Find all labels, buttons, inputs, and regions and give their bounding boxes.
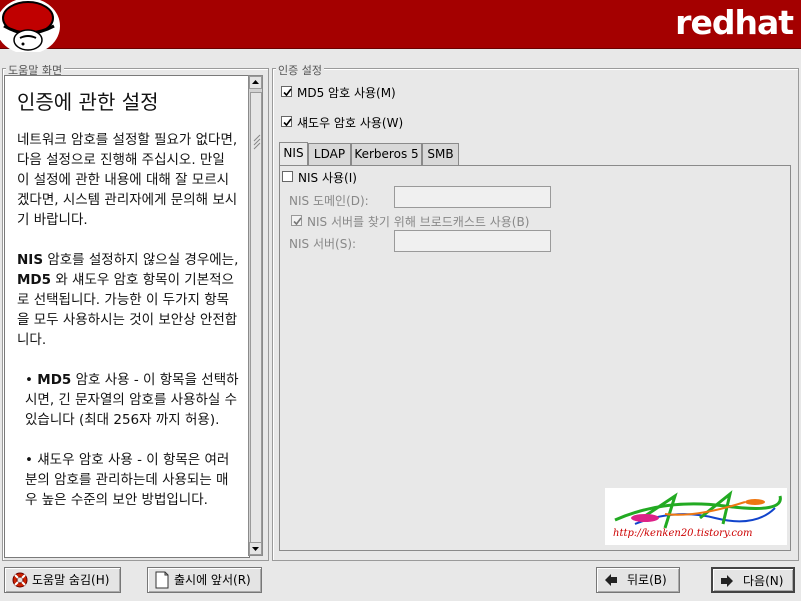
- help-bullet-shadow: • 섀도우 암호 사용 - 이 항목은 여러분의 암호를 관리하는데 사용되는 …: [25, 452, 230, 508]
- nis-server-input[interactable]: [394, 230, 551, 252]
- arrow-down-icon: [252, 547, 259, 551]
- help-text-pane[interactable]: 인증에 관한 설정 네트워크 암호를 설정할 필요가 없다면, 다음 설정으로 …: [4, 75, 250, 558]
- arrow-up-icon: [252, 80, 259, 84]
- next-button[interactable]: 다음(N): [711, 567, 795, 593]
- checkmark-icon: [283, 88, 292, 97]
- tab-nis[interactable]: NIS: [279, 142, 308, 166]
- help-paragraph-nis: NIS 암호를 설정하지 않으실 경우에는, MD5 와 섀도우 암호 항목이 …: [17, 252, 239, 348]
- help-scrollbar[interactable]: [248, 75, 263, 556]
- hide-help-button[interactable]: 도움말 숨김(H): [4, 567, 121, 593]
- auth-frame-title: 인증 설정: [276, 62, 324, 78]
- shadowman-logo: [0, 0, 62, 52]
- watermark-image: http://kenken20.tistory.com: [605, 488, 787, 545]
- help-title: 인증에 관한 설정: [17, 90, 159, 114]
- release-notes-button[interactable]: 출시에 앞서(R): [147, 567, 262, 593]
- checkmark-icon: [283, 118, 292, 127]
- scroll-up-button[interactable]: [249, 76, 262, 89]
- lifebuoy-icon: [12, 572, 28, 588]
- nis-broadcast-checkbox[interactable]: [291, 215, 302, 226]
- nis-domain-input[interactable]: [394, 186, 551, 208]
- back-button[interactable]: 뒤로(B): [596, 567, 680, 593]
- document-icon: [155, 571, 169, 589]
- scroll-thumb[interactable]: [250, 92, 262, 544]
- nis-broadcast-label[interactable]: NIS 서버를 찾기 위해 브로드캐스트 사용(B): [307, 213, 529, 230]
- nis-server-label: NIS 서버(S):: [289, 237, 357, 251]
- nis-domain-label: NIS 도메인(D):: [289, 194, 369, 208]
- grip-icon: [253, 134, 261, 150]
- tab-kerberos[interactable]: Kerberos 5: [351, 143, 422, 165]
- watermark-url: http://kenken20.tistory.com: [613, 528, 753, 539]
- md5-checkbox[interactable]: [281, 86, 292, 97]
- arrow-right-icon: [721, 575, 733, 587]
- arrow-left-icon: [605, 574, 617, 586]
- nis-enable-label[interactable]: NIS 사용(I): [298, 169, 357, 186]
- md5-label[interactable]: MD5 암호 사용(M): [297, 84, 396, 101]
- redhat-brand: redhat: [675, 3, 794, 42]
- nis-enable-checkbox[interactable]: [282, 171, 293, 182]
- shadow-checkbox[interactable]: [281, 116, 292, 127]
- help-paragraph: 네트워크 암호를 설정할 필요가 없다면, 다음 설정으로 진행해 주십시오. …: [17, 132, 238, 228]
- help-bullet-md5: • MD5 암호 사용 - 이 항목을 선택하시면, 긴 문자열의 암호를 사용…: [25, 372, 239, 428]
- tab-ldap[interactable]: LDAP: [308, 143, 351, 165]
- tab-smb[interactable]: SMB: [422, 143, 459, 165]
- checkmark-icon: [293, 217, 302, 226]
- scroll-down-button[interactable]: [249, 542, 262, 555]
- shadow-label[interactable]: 섀도우 암호 사용(W): [297, 114, 403, 131]
